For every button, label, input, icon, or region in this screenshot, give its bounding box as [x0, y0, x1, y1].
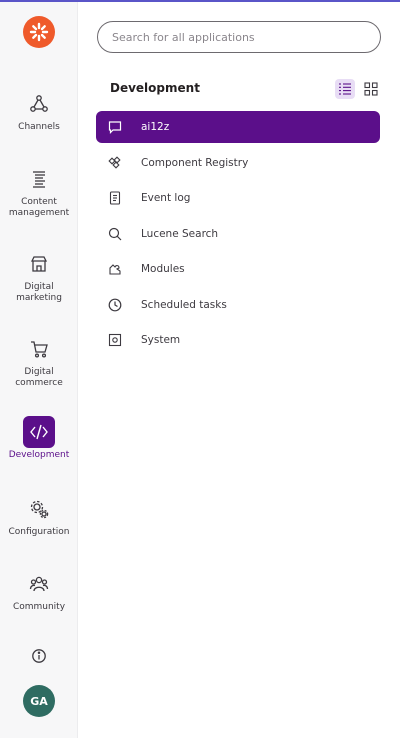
rail-item-label: Digital commerce — [15, 367, 63, 388]
rail-item-channels[interactable]: Channels — [0, 88, 78, 133]
application-list: ai12z Component Registry Event log Lucen… — [96, 111, 380, 360]
avatar[interactable]: GA — [23, 685, 55, 717]
search-icon — [108, 227, 122, 241]
app-item-event-log[interactable]: Event log — [96, 182, 380, 214]
rail-item-digital-commerce[interactable]: Digital commerce — [0, 333, 78, 389]
list-view-button[interactable] — [335, 79, 355, 99]
rail-item-label: Configuration — [8, 527, 70, 537]
app-item-label: System — [141, 334, 181, 346]
system-icon — [108, 333, 122, 347]
rail-item-label: Content management — [8, 197, 70, 218]
content-management-icon — [23, 163, 55, 195]
app-item-modules[interactable]: Modules — [96, 253, 380, 285]
app-item-system[interactable]: System — [96, 324, 380, 356]
clock-icon — [108, 298, 122, 312]
app-item-label: ai12z — [141, 121, 170, 133]
grid-icon — [364, 82, 378, 96]
list-icon — [339, 83, 351, 95]
app-item-label: Event log — [141, 192, 191, 204]
app-item-lucene-search[interactable]: Lucene Search — [96, 218, 380, 250]
search-input[interactable] — [97, 21, 381, 53]
section-title: Development — [110, 81, 200, 95]
digital-marketing-icon — [23, 248, 55, 280]
grid-view-button[interactable] — [361, 79, 381, 99]
rail-item-community[interactable]: Community — [0, 568, 78, 613]
cart-icon — [23, 333, 55, 365]
app-item-ai12z[interactable]: ai12z — [96, 111, 380, 143]
logo-icon — [29, 22, 49, 42]
rail-item-development[interactable]: Development — [0, 416, 78, 461]
app-item-label: Component Registry — [141, 156, 249, 169]
app-item-label: Scheduled tasks — [141, 298, 227, 311]
rail-item-digital-marketing[interactable]: Digital marketing — [0, 248, 78, 304]
rail-item-configuration[interactable]: Configuration — [0, 493, 78, 538]
app-item-label: Lucene Search — [141, 227, 219, 240]
code-icon — [23, 416, 55, 448]
puzzle-icon — [108, 262, 122, 276]
rail-item-content-management[interactable]: Content management — [0, 163, 78, 219]
rail-item-label: Channels — [18, 122, 60, 132]
rail-item-label: Digital marketing — [16, 282, 62, 303]
app-item-label: Modules — [141, 263, 185, 275]
document-icon — [108, 191, 122, 205]
rail-item-label: Community — [12, 602, 66, 612]
left-rail: Channels Content management Digital mark… — [0, 2, 78, 738]
gears-icon — [23, 493, 55, 525]
kentico-logo[interactable] — [23, 16, 55, 48]
info-icon[interactable] — [31, 648, 47, 664]
rail-item-label: Development — [8, 450, 70, 460]
app-item-scheduled-tasks[interactable]: Scheduled tasks — [96, 289, 380, 321]
chat-icon — [108, 120, 122, 134]
community-icon — [23, 568, 55, 600]
app-item-component-registry[interactable]: Component Registry — [96, 147, 380, 179]
component-icon — [108, 155, 122, 170]
channels-icon — [23, 88, 55, 120]
